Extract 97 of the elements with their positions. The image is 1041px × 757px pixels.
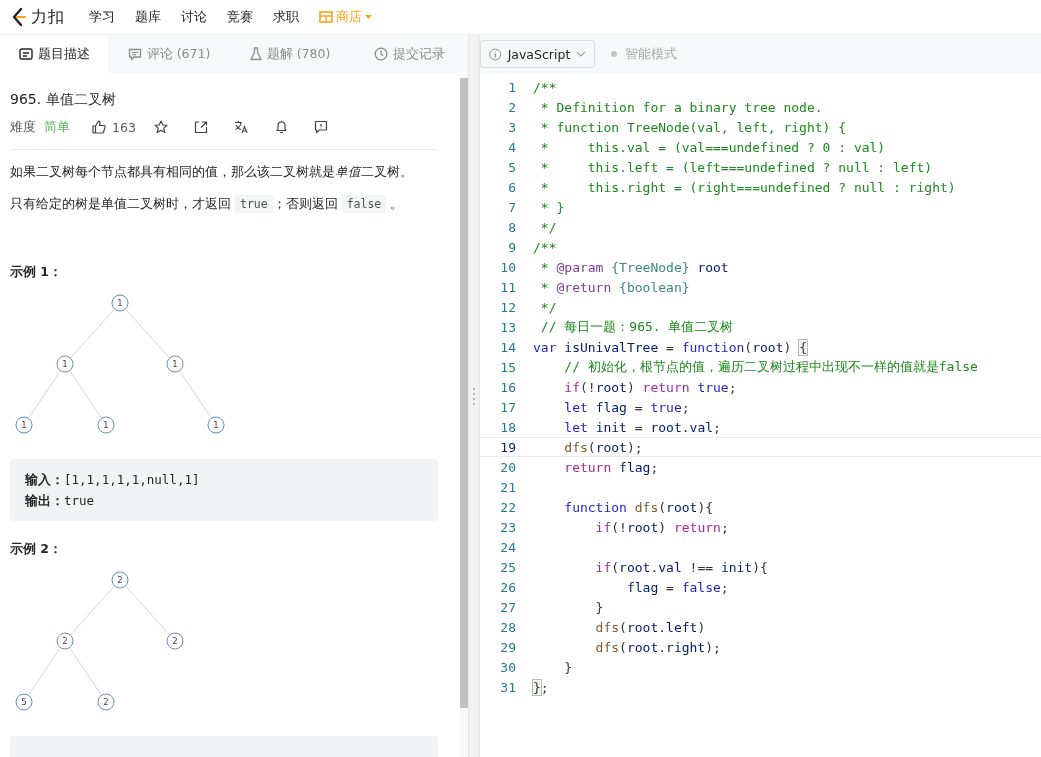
line-number: 28: [499, 619, 516, 635]
code-line: }: [563, 659, 573, 675]
store-icon: [319, 11, 333, 23]
logo-icon[interactable]: [10, 7, 28, 27]
code-line: if(root.val !== init){: [594, 559, 768, 575]
feedback-icon[interactable]: [313, 120, 328, 134]
line-number: 4: [507, 139, 516, 155]
line-number: 27: [499, 599, 516, 615]
line-number: 14: [499, 339, 516, 355]
code-line: var isUnivalTree = function(root) {: [533, 339, 807, 355]
line-number: 15: [499, 359, 516, 375]
line-number: 17: [499, 399, 516, 415]
line-number: 6: [507, 179, 516, 195]
scrollbar[interactable]: [460, 73, 468, 757]
thumbs-up-icon: [92, 120, 106, 134]
translate-icon[interactable]: [233, 120, 249, 134]
code-line: * function TreeNode(val, left, right) {: [539, 119, 847, 135]
example-heading: 示例 1：: [10, 264, 64, 281]
share-icon[interactable]: [193, 120, 208, 134]
nav-link[interactable]: 求职: [273, 8, 299, 26]
line-number: 9: [507, 239, 516, 255]
tree-diagram-drawing: 1 1 1 1 1 1: [10, 293, 230, 439]
example-line: 输入：[1,1,1,1,1,null,1]: [25, 471, 201, 489]
bell-icon[interactable]: [274, 120, 288, 134]
code-line: function dfs(root){: [563, 499, 714, 515]
line-number: 31: [499, 679, 516, 695]
code-line: * Definition for a binary tree node.: [539, 99, 823, 115]
code-line: dfs(root.right);: [594, 639, 721, 655]
code-line: if(!root) return;: [594, 519, 729, 535]
line-number: 7: [507, 199, 516, 215]
code-line: * @param {TreeNode} root: [539, 259, 729, 275]
code-line: * this.val = (val===undefined ? 0 : val): [539, 139, 886, 155]
line-number: 2: [507, 99, 516, 115]
line-number: 29: [499, 639, 516, 655]
nav-link[interactable]: 讨论: [181, 8, 207, 26]
info-icon: [489, 47, 502, 61]
chevron-down-icon: [576, 51, 586, 57]
code-line: * }: [539, 199, 565, 215]
line-number: 10: [499, 259, 516, 275]
code-line: };: [533, 679, 549, 695]
line-number: 21: [499, 479, 516, 495]
line-number: 8: [507, 219, 516, 235]
nav-link[interactable]: 学习: [89, 8, 115, 26]
line-number: 23: [499, 519, 516, 535]
difficulty-label: 难度: [10, 118, 36, 136]
difficulty-level: 简单: [44, 118, 70, 136]
code-line: // 初始化，根节点的值，遍历二叉树过程中出现不一样的值就是false: [563, 358, 978, 376]
line-number: 20: [499, 459, 516, 475]
example-heading: 示例 2：: [10, 541, 64, 558]
problem-title: 965. 单值二叉树: [10, 91, 117, 109]
line-number: 12: [499, 299, 516, 315]
code-line: * this.left = (left===undefined ? null : left): [539, 159, 933, 175]
caret-icon: [365, 14, 372, 20]
line-number: 11: [499, 279, 516, 295]
line-number: 13: [499, 319, 516, 335]
logo-text[interactable]: 力扣: [31, 6, 65, 28]
line-number: 16: [499, 379, 516, 395]
code-line: return flag;: [563, 459, 659, 475]
splitter-handle[interactable]: [468, 35, 480, 757]
star-icon[interactable]: [153, 120, 168, 134]
code-line: let flag = true;: [563, 399, 690, 415]
line-number: 30: [499, 659, 516, 675]
flask-icon: [249, 47, 262, 61]
line-number: 22: [499, 499, 516, 515]
description-text: 只有给定的树是单值二叉树时，才返回 true ；否则返回 false 。: [10, 194, 405, 214]
line-number: 3: [507, 119, 516, 135]
code-line: */: [539, 219, 557, 235]
nav-link[interactable]: 题库: [135, 8, 161, 26]
nav-link[interactable]: 竞赛: [227, 8, 253, 26]
code-line: }: [594, 599, 604, 615]
code-line: * @return {boolean}: [539, 279, 690, 295]
like-button[interactable]: 163: [92, 119, 136, 135]
line-number: 5: [507, 159, 516, 175]
description-text: 如果二叉树每个节点都具有相同的值，那么该二叉树就是单值二叉树。: [10, 163, 414, 181]
code-line: /**: [533, 79, 557, 95]
example-line: 输出：true: [25, 492, 96, 510]
line-number: 26: [499, 579, 516, 595]
code-line: /**: [533, 239, 557, 255]
code-line: flag = false;: [625, 579, 729, 595]
code-line: dfs(root);: [563, 439, 644, 455]
code-line: let init = root.val;: [563, 419, 721, 435]
code-line: dfs(root.left): [594, 619, 706, 635]
comment-icon: [127, 47, 142, 61]
line-number: 19: [499, 439, 516, 455]
clock-icon: [373, 47, 388, 61]
line-number: 24: [499, 539, 516, 555]
code-line: * this.right = (right===undefined ? null : right): [539, 179, 956, 195]
language-select[interactable]: JavaScript: [480, 40, 595, 68]
code-line: */: [539, 299, 557, 315]
line-number: 18: [499, 419, 516, 435]
line-number: 1: [507, 79, 516, 95]
line-number: 25: [499, 559, 516, 575]
document-icon: [18, 48, 33, 60]
tree-diagram-drawing: 2 2 5 2 2: [10, 570, 230, 716]
tab[interactable]: 题目描述: [0, 35, 108, 73]
code-line: if(!root) return true;: [563, 379, 737, 395]
code-line: // 每日一题：965. 单值二叉树: [539, 318, 734, 336]
